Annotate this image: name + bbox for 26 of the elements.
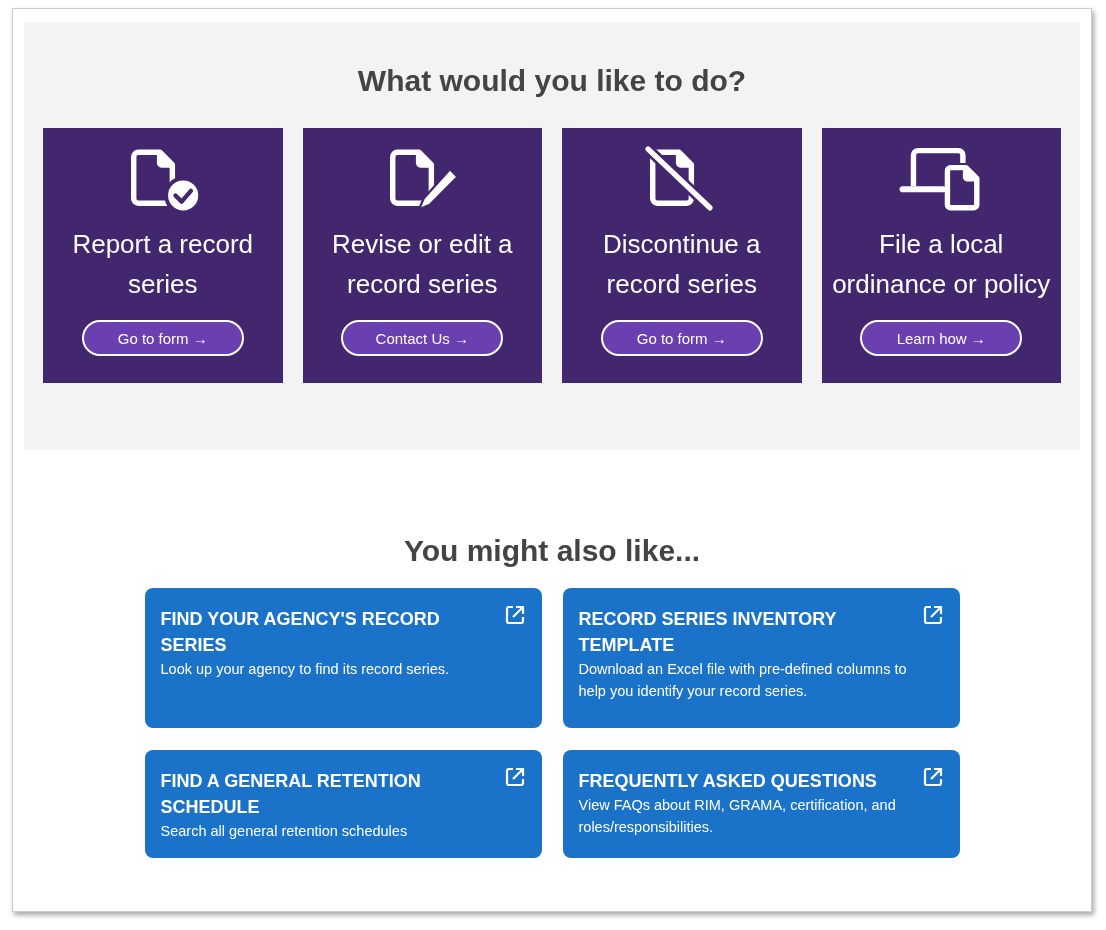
external-link-icon xyxy=(503,766,526,788)
external-link-icon xyxy=(921,766,944,788)
action-button[interactable]: Go to form → xyxy=(600,320,763,356)
link-description: Download an Excel file with pre-defined columns to help you identify your record series. xyxy=(578,660,908,701)
link-card[interactable]: FIND YOUR AGENCY'S RECORD SERIES Look up your agency to find its record series. xyxy=(144,588,542,728)
link-title: FIND YOUR AGENCY'S RECORD SERIES xyxy=(160,608,441,657)
link-card[interactable]: FREQUENTLY ASKED QUESTIONS View FAQs about RIM, GRAMA, certification, and roles/responsibilities. xyxy=(562,750,960,858)
link-card[interactable]: RECORD SERIES INVENTORY TEMPLATE Download an Excel file with pre-defined columns to help you identify your record series. xyxy=(562,588,960,728)
link-card[interactable]: FIND A GENERAL RETENTION SCHEDULE Search all general retention schedules xyxy=(144,750,542,858)
link-description: View FAQs about RIM, GRAMA, certification, and roles/responsibilities. xyxy=(578,796,897,837)
card-title: File a local ordinance or policy xyxy=(831,228,1052,301)
link-title: RECORD SERIES INVENTORY TEMPLATE xyxy=(578,608,838,657)
link-title: FIND A GENERAL RETENTION SCHEDULE xyxy=(160,770,422,819)
card-title: Revise or edit a record series xyxy=(330,228,514,301)
card-title: Discontinue a record series xyxy=(601,228,762,301)
section-heading: What would you like to do? xyxy=(356,64,748,98)
link-description: Search all general retention schedules xyxy=(160,822,409,841)
external-link-icon xyxy=(503,604,526,626)
action-button[interactable]: Contact Us → xyxy=(341,320,504,356)
action-button[interactable]: Learn how → xyxy=(860,320,1023,356)
action-button[interactable]: Go to form → xyxy=(81,320,244,356)
card-title: Report a record series xyxy=(71,228,255,301)
external-link-icon xyxy=(921,604,944,626)
link-description: Look up your agency to find its record series. xyxy=(160,660,451,679)
link-title: FREQUENTLY ASKED QUESTIONS xyxy=(578,770,878,793)
section-heading: You might also like... xyxy=(402,534,702,568)
